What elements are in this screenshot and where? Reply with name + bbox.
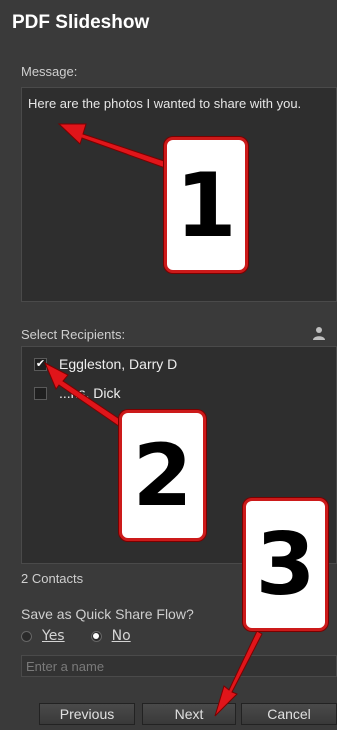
previous-button[interactable]: Previous <box>39 703 135 725</box>
quick-share-label: Save as Quick Share Flow? <box>21 606 194 622</box>
flow-name-input[interactable] <box>21 655 337 677</box>
list-item[interactable]: ✔ Eggleston, Darry D <box>34 354 177 374</box>
panel-title: PDF Slideshow <box>12 12 150 33</box>
recipient-checkbox[interactable] <box>34 386 47 400</box>
callout-2: 2 <box>119 410 206 541</box>
contacts-count: 2 Contacts <box>21 571 84 586</box>
recipients-label: Select Recipients: <box>21 327 126 342</box>
cancel-button[interactable]: Cancel <box>241 703 337 725</box>
quick-share-radio-group: Yes No <box>21 628 131 644</box>
radio-no[interactable] <box>90 630 102 642</box>
radio-yes[interactable] <box>21 630 32 642</box>
callout-3: 3 <box>243 498 328 631</box>
recipient-name: Eggleston, Darry D <box>59 356 178 372</box>
recipient-checkbox[interactable]: ✔ <box>34 357 47 371</box>
next-button[interactable]: Next <box>142 703 236 725</box>
callout-1: 1 <box>164 137 248 273</box>
radio-yes-label[interactable]: Yes <box>42 628 65 644</box>
recipient-name: ...ns, Dick <box>59 385 121 401</box>
radio-no-label[interactable]: No <box>112 628 131 644</box>
list-item[interactable]: ...ns, Dick <box>34 383 120 403</box>
person-icon[interactable] <box>311 325 327 341</box>
message-label: Message: <box>21 64 78 79</box>
